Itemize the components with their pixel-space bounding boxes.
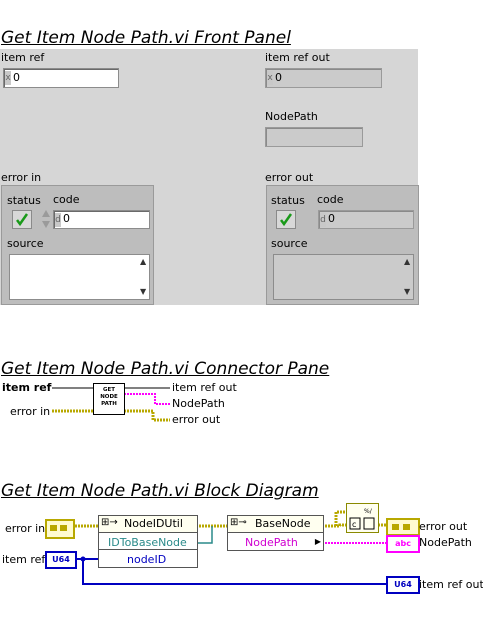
source-indicator: ▲ ▼	[273, 254, 414, 300]
vi-icon: GET NODE PATH	[93, 383, 125, 415]
source-label: source	[7, 237, 44, 250]
scroll-up-icon[interactable]: ▲	[140, 257, 146, 266]
nodeidutil-class-label: NodeIDUtil	[124, 517, 183, 530]
clear-errors-node[interactable]: c %/	[346, 503, 379, 533]
error-in-label: error in	[1, 171, 42, 184]
code-label: code	[53, 193, 80, 206]
basenode-property-node[interactable]: ⊞⊸ BaseNode NodePath ▶	[227, 515, 324, 551]
code-indicator: d 0	[318, 210, 414, 229]
item-ref-terminal[interactable]: U64	[45, 551, 77, 569]
error-in-terminal[interactable]	[45, 519, 75, 539]
basenode-header: ⊞⊸ BaseNode	[228, 516, 323, 533]
bd-item-ref-label: item ref	[2, 553, 46, 566]
item-ref-out-label: item ref out	[265, 51, 330, 64]
cp-item-ref-out-label: item ref out	[172, 381, 237, 394]
status-label: status	[7, 194, 41, 207]
error-out-terminal[interactable]	[386, 518, 420, 536]
code-value: 0	[328, 212, 335, 225]
item-ref-out-value: 0	[275, 71, 282, 84]
property-icon: ⊞⊸	[230, 517, 247, 528]
error-cluster-icon	[50, 525, 67, 531]
cp-error-in-label: error in	[10, 405, 51, 418]
cp-error-out-label: error out	[172, 413, 221, 426]
nodeid-param-label: nodeID	[127, 553, 167, 566]
clear-errors-icon: c %/	[349, 508, 375, 530]
bd-item-ref-out-label: item ref out	[419, 578, 483, 591]
source-scrollbar[interactable]: ▲ ▼	[138, 255, 149, 299]
front-panel: item ref x 0 item ref out x 0 NodePath e…	[0, 49, 419, 305]
radix-icon: d	[55, 213, 61, 227]
cp-nodepath-label: NodePath	[172, 397, 225, 410]
error-in-cluster: status code d 0 source ▲ ▼	[1, 185, 154, 305]
status-label: status	[271, 194, 305, 207]
svg-text:c: c	[352, 520, 356, 529]
connector-pane-title: Get Item Node Path.vi Connector Pane	[1, 359, 330, 379]
block-diagram-title: Get Item Node Path.vi Block Diagram	[1, 481, 319, 501]
bd-nodepath-label: NodePath	[419, 536, 472, 549]
scroll-up-icon[interactable]: ▲	[404, 257, 410, 266]
nodepath-label: NodePath	[265, 110, 318, 123]
item-ref-out-terminal[interactable]: U64	[386, 576, 420, 594]
bd-error-out-label: error out	[419, 520, 468, 533]
front-panel-title: Get Item Node Path.vi Front Panel	[1, 28, 291, 48]
error-cluster-icon	[392, 524, 410, 530]
connector-pane-wires	[52, 387, 170, 422]
item-ref-out-indicator: x 0	[265, 68, 382, 88]
svg-text:%/: %/	[364, 508, 373, 515]
nodeidutil-invoke-node[interactable]: ⊞→ NodeIDUtil IDToBaseNode nodeID	[98, 515, 198, 568]
error-out-label: error out	[265, 171, 314, 184]
source-scrollbar[interactable]: ▲ ▼	[402, 255, 413, 299]
item-ref-value: 0	[13, 71, 20, 84]
item-ref-control[interactable]: x 0	[3, 68, 119, 88]
radix-icon: x	[267, 71, 273, 85]
nodepath-indicator	[265, 127, 363, 147]
scroll-down-icon[interactable]: ▼	[404, 287, 410, 296]
green-check-icon	[16, 213, 29, 227]
item-ref-label: item ref	[1, 51, 45, 64]
basenode-class-label: BaseNode	[255, 517, 311, 530]
radix-icon: d	[320, 213, 326, 227]
code-label: code	[317, 193, 344, 206]
idtobasenode-method-label: IDToBaseNode	[108, 536, 187, 549]
nodepath-property-label: NodePath	[245, 536, 298, 549]
invoke-arrow-icon: ⊞→	[101, 517, 118, 528]
status-checkbox[interactable]	[12, 210, 32, 229]
error-out-cluster: status code d 0 source ▲ ▼	[266, 185, 419, 305]
nodepath-terminal[interactable]: abc	[386, 535, 420, 553]
radix-icon: x	[5, 71, 11, 85]
code-control[interactable]: d 0	[53, 210, 150, 229]
output-arrow-icon: ▶	[314, 537, 321, 546]
status-indicator	[276, 210, 296, 229]
source-control[interactable]: ▲ ▼	[9, 254, 150, 300]
green-check-icon	[280, 213, 293, 227]
nodeidutil-header: ⊞→ NodeIDUtil	[99, 516, 197, 533]
source-label: source	[271, 237, 308, 250]
code-value: 0	[63, 212, 70, 225]
code-increment-decrement[interactable]	[41, 209, 51, 229]
cp-item-ref-label: item ref	[2, 381, 52, 394]
scroll-down-icon[interactable]: ▼	[140, 287, 146, 296]
bd-error-in-label: error in	[5, 522, 46, 535]
